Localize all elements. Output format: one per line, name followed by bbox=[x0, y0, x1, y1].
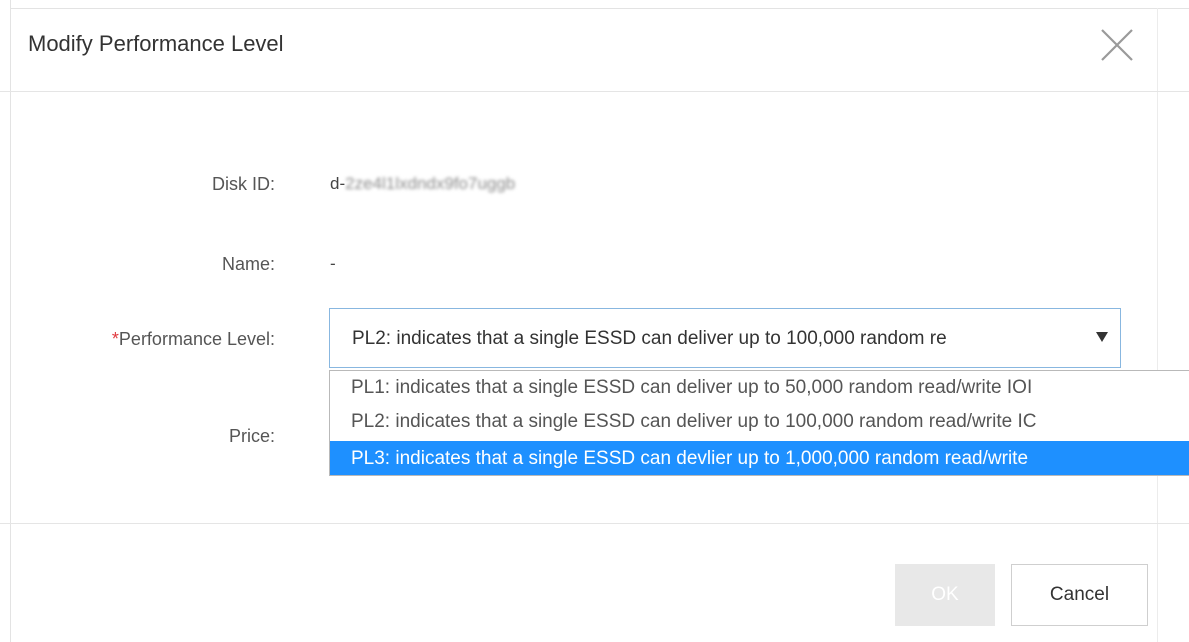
name-label: Name: bbox=[221, 254, 275, 274]
dropdown-option-pl2[interactable]: PL2: indicates that a single ESSD can de… bbox=[330, 405, 1189, 439]
performance-level-label-text: Performance Level: bbox=[118, 329, 275, 349]
dialog-border-right bbox=[1157, 8, 1158, 642]
performance-level-dropdown: PL1: indicates that a single ESSD can de… bbox=[329, 370, 1189, 476]
performance-level-select[interactable]: PL2: indicates that a single ESSD can de… bbox=[329, 308, 1121, 368]
name-value: - bbox=[330, 254, 336, 273]
cancel-button[interactable]: Cancel bbox=[1011, 564, 1148, 626]
dialog-border-top bbox=[10, 8, 1189, 9]
ok-button[interactable]: OK bbox=[895, 564, 995, 626]
modify-performance-level-dialog: Modify Performance Level Disk ID: d-2ze4… bbox=[0, 0, 1189, 642]
close-icon[interactable] bbox=[1098, 26, 1136, 64]
disk-id-prefix: d- bbox=[330, 174, 346, 193]
dialog-border-left bbox=[10, 0, 11, 642]
performance-level-selected-value: PL2: indicates that a single ESSD can de… bbox=[352, 328, 947, 349]
performance-level-label: *Performance Level: bbox=[112, 327, 275, 351]
required-mark: * bbox=[111, 329, 119, 349]
header-divider bbox=[0, 91, 1189, 92]
dialog-title: Modify Performance Level bbox=[28, 31, 284, 56]
chevron-down-icon bbox=[1096, 332, 1108, 342]
close-icon-glyph bbox=[1101, 29, 1133, 61]
disk-id-obscured: 2ze4l1lxdndx9fo7uggb bbox=[345, 174, 516, 193]
footer-divider bbox=[0, 523, 1189, 524]
disk-id-label: Disk ID: bbox=[212, 174, 275, 194]
disk-id-value: d-2ze4l1lxdndx9fo7uggb bbox=[330, 172, 515, 196]
dropdown-option-pl1[interactable]: PL1: indicates that a single ESSD can de… bbox=[330, 371, 1189, 405]
dropdown-option-pl3[interactable]: PL3: indicates that a single ESSD can de… bbox=[330, 441, 1189, 475]
price-label: Price: bbox=[228, 426, 275, 446]
